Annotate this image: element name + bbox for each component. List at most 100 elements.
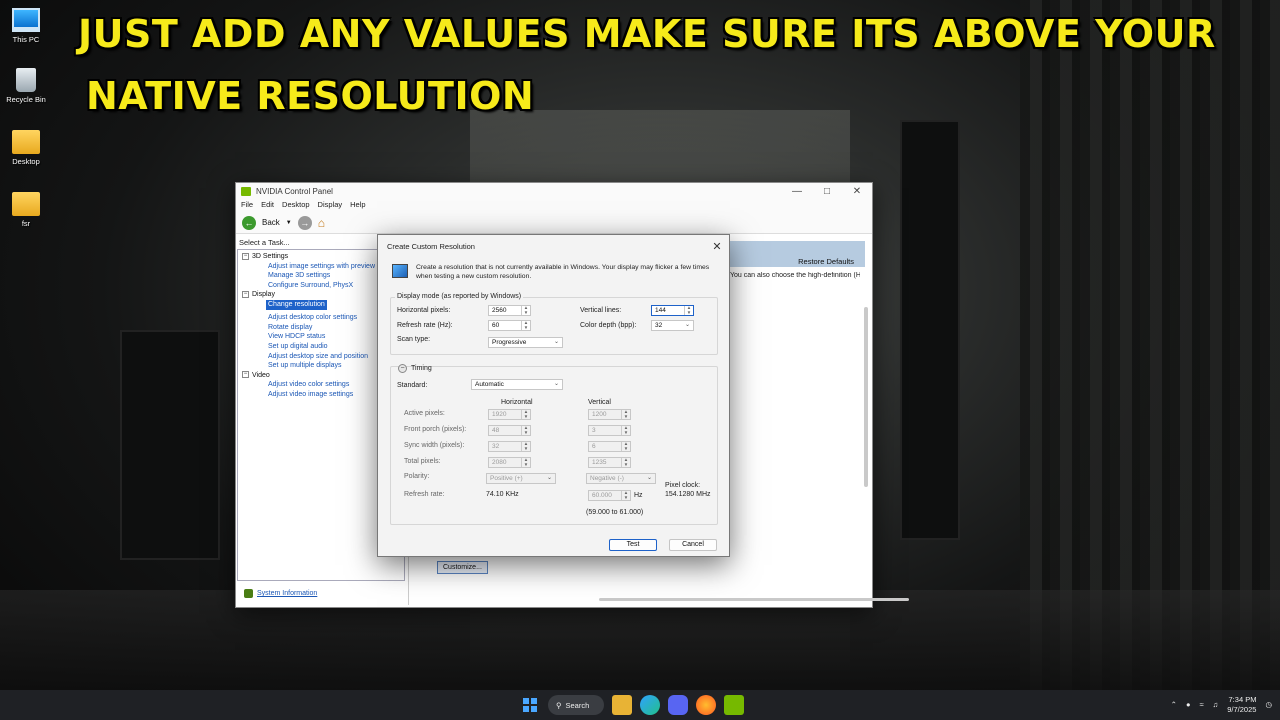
edge-icon[interactable] <box>640 695 660 715</box>
notification-icon[interactable]: ◷ <box>1265 700 1272 709</box>
menu-file[interactable]: File <box>241 200 253 212</box>
restore-defaults-link[interactable]: Restore Defaults <box>798 257 854 266</box>
sync-v-value: 6 <box>592 443 596 450</box>
tree-node-label: Display <box>252 291 275 299</box>
spinner-arrows-icon: ▲ ▼ <box>521 441 530 451</box>
vertical-scrollbar[interactable] <box>864 307 868 487</box>
menu-bar: File Edit Desktop Display Help <box>236 200 872 212</box>
front-h-input: 48 ▲ ▼ <box>488 425 531 436</box>
collapse-icon[interactable]: − <box>242 371 249 379</box>
clock-date: 9/7/2025 <box>1227 704 1257 714</box>
volume-icon[interactable]: ♫ <box>1213 700 1219 709</box>
desktop-icon-this-pc[interactable]: This PC <box>4 8 48 44</box>
collapse-icon[interactable]: − <box>242 252 249 260</box>
microphone-icon[interactable]: ● <box>1186 700 1191 709</box>
menu-help[interactable]: Help <box>350 200 365 212</box>
customize-button[interactable]: Customize... <box>437 561 488 574</box>
desktop-icon-desktop[interactable]: Desktop <box>4 130 48 166</box>
tree-item-change-resolution[interactable]: Change resolution <box>266 299 327 310</box>
sync-h-input: 32 ▲ ▼ <box>488 441 531 452</box>
total-h-value: 2080 <box>492 459 507 466</box>
desktop-icon-recycle-bin[interactable]: Recycle Bin <box>4 68 48 104</box>
horizontal-scrollbar[interactable] <box>599 598 909 601</box>
timing-legend: Timing <box>411 365 432 372</box>
forward-arrow-icon[interactable]: → <box>297 215 312 230</box>
minimize-icon[interactable]: — <box>782 186 812 197</box>
spinner-arrows-icon[interactable]: ▲ ▼ <box>684 305 693 315</box>
spinner-arrows-icon: ▲ ▼ <box>521 457 530 467</box>
windows-start-icon[interactable] <box>520 695 540 715</box>
maximize-icon[interactable]: □ <box>812 186 842 197</box>
menu-edit[interactable]: Edit <box>261 200 274 212</box>
vertical-lines-input[interactable]: 144 ▲ ▼ <box>651 305 694 316</box>
back-dropdown-icon[interactable]: ▼ <box>286 220 292 226</box>
discord-icon[interactable] <box>668 695 688 715</box>
menu-display[interactable]: Display <box>318 200 343 212</box>
standard-label: Standard: <box>397 382 428 389</box>
wifi-icon[interactable]: ≈ <box>1200 700 1204 709</box>
file-explorer-icon[interactable] <box>612 695 632 715</box>
color-depth-value: 32 <box>655 322 663 329</box>
standard-select[interactable]: Automatic ⌄ <box>471 379 563 390</box>
refresh-rate-input[interactable]: 60 ▲ ▼ <box>488 320 531 331</box>
spinner-arrows-icon: ▲ ▼ <box>521 409 530 419</box>
spinner-arrows-icon: ▲ ▼ <box>621 441 630 451</box>
chevron-up-icon[interactable]: ⌃ <box>1171 700 1177 709</box>
caption-line-1: Just add any values make sure its above … <box>78 12 1216 56</box>
recycle-bin-icon <box>16 68 36 92</box>
task-label: Select a Task... <box>239 238 290 247</box>
create-custom-resolution-dialog: Create Custom Resolution ✕ Create a reso… <box>377 234 730 557</box>
standard-value: Automatic <box>475 381 504 388</box>
pixel-clock-label: Pixel clock: <box>665 482 701 489</box>
home-icon[interactable]: ⌂ <box>318 216 334 230</box>
nvidia-taskbar-icon[interactable] <box>724 695 744 715</box>
spinner-arrows-icon[interactable]: ▲ ▼ <box>521 320 530 330</box>
tree-node-label: 3D Settings <box>252 253 289 260</box>
scan-type-select[interactable]: Progressive ⌄ <box>488 337 563 348</box>
window-title: NVIDIA Control Panel <box>256 187 333 196</box>
system-tray: ⌃ ● ≈ ♫ 7:34 PM 9/7/2025 ◷ <box>1171 695 1272 714</box>
chevron-down-icon: ⌄ <box>553 381 559 387</box>
spinner-arrows-icon[interactable]: ▲ ▼ <box>521 305 530 315</box>
system-information-link[interactable]: System Information <box>244 589 317 598</box>
refresh-rate-v-input: 60.000 ▲ ▼ <box>588 490 631 501</box>
refresh-rate-h-value: 74.10 KHz <box>486 491 519 498</box>
active-h-value: 1920 <box>492 411 507 418</box>
spinner-arrows-icon: ▲ ▼ <box>621 457 630 467</box>
front-porch-label: Front porch (pixels): <box>404 426 467 433</box>
test-button[interactable]: Test <box>609 539 657 551</box>
active-h-input: 1920 ▲ ▼ <box>488 409 531 420</box>
spinner-arrows-icon: ▲ ▼ <box>621 425 630 435</box>
total-v-value: 1235 <box>592 459 607 466</box>
back-button[interactable]: Back <box>262 218 280 227</box>
scan-type-label: Scan type: <box>397 336 431 343</box>
menu-desktop[interactable]: Desktop <box>282 200 310 212</box>
caption-line-2: native resolution <box>86 74 535 118</box>
taskbar-search[interactable]: ⚲ Search <box>548 695 604 715</box>
total-pixels-label: Total pixels: <box>404 458 441 465</box>
sync-width-label: Sync width (pixels): <box>404 442 465 449</box>
chevron-down-icon: ⌄ <box>646 475 652 481</box>
desktop-icon-fsr[interactable]: fsr <box>4 192 48 228</box>
firefox-icon[interactable] <box>696 695 716 715</box>
clock[interactable]: 7:34 PM 9/7/2025 <box>1227 695 1256 714</box>
close-icon[interactable]: ✕ <box>705 240 729 253</box>
search-label: Search <box>565 700 590 710</box>
horizontal-pixels-input[interactable]: 2560 ▲ ▼ <box>488 305 531 316</box>
polarity-label: Polarity: <box>404 473 430 480</box>
collapse-icon[interactable]: − <box>242 291 249 299</box>
desktop-icon-label: Desktop <box>12 157 40 166</box>
dialog-titlebar[interactable]: Create Custom Resolution ✕ <box>378 235 729 257</box>
back-arrow-icon[interactable]: ← <box>242 215 256 230</box>
chevron-down-icon: ⌄ <box>684 322 690 328</box>
cancel-button[interactable]: Cancel <box>669 539 717 551</box>
front-h-value: 48 <box>492 427 500 434</box>
total-h-input: 2080 ▲ ▼ <box>488 457 531 468</box>
close-icon[interactable]: ✕ <box>842 186 872 197</box>
toolbar: ← Back ▼ → ⌂ <box>236 212 872 234</box>
desktop-icon-label: Recycle Bin <box>6 95 46 104</box>
color-depth-select[interactable]: 32 ⌄ <box>651 320 694 331</box>
polarity-h-select: Positive (+) ⌄ <box>486 473 556 484</box>
window-titlebar[interactable]: NVIDIA Control Panel — □ ✕ <box>236 183 872 200</box>
timing-collapse-icon[interactable]: − <box>398 364 407 373</box>
